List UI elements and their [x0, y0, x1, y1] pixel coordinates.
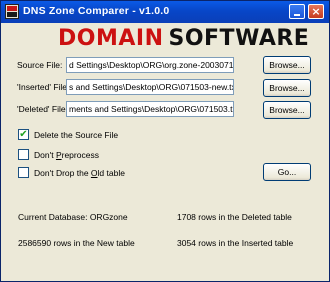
dont-preprocess-label[interactable]: Don't Preprocess — [34, 150, 99, 160]
dont-drop-old-table-label[interactable]: Don't Drop the Old table — [34, 168, 125, 178]
source-file-field[interactable]: d Settings\Desktop\ORG\org.zone-20030715 — [66, 57, 234, 73]
current-database-text: Current Database: ORGzone — [18, 212, 128, 222]
brand-logo-domain: DOMAIN — [58, 26, 164, 51]
window-title: DNS Zone Comparer - v1.0.0 — [23, 5, 170, 17]
minimize-icon — [294, 14, 300, 16]
dont-preprocess-label-start: Don't — [34, 150, 56, 160]
app-icon[interactable] — [5, 4, 19, 19]
delete-source-label[interactable]: Delete the Source File — [34, 130, 118, 140]
brand-logo-software: SOFTWARE — [168, 26, 310, 51]
dont-drop-old-table-label-accesskey: O — [90, 168, 98, 178]
dont-drop-old-table-label-end: ld table — [97, 168, 125, 178]
app-icon-bottom — [7, 12, 17, 17]
go-button[interactable]: Go... — [263, 163, 311, 181]
source-file-label: Source File: — [17, 60, 63, 70]
deleted-browse-button[interactable]: Browse... — [263, 101, 311, 119]
brand-logo: DOMAIN SOFTWARE — [58, 25, 309, 53]
app-icon-top — [7, 6, 17, 11]
dont-drop-old-table-checkbox[interactable] — [18, 167, 29, 178]
deleted-rows-text: 1708 rows in the Deleted table — [177, 212, 292, 222]
source-browse-button[interactable]: Browse... — [263, 56, 311, 74]
app-window: DNS Zone Comparer - v1.0.0 × DOMAIN SOFTW… — [0, 0, 330, 282]
deleted-file-field[interactable]: ments and Settings\Desktop\ORG\071503.tx… — [66, 101, 234, 117]
close-button[interactable]: × — [308, 4, 324, 19]
minimize-button[interactable] — [289, 4, 305, 19]
inserted-browse-button[interactable]: Browse... — [263, 79, 311, 97]
dont-preprocess-label-end: reprocess — [61, 150, 99, 160]
inserted-file-field[interactable]: s and Settings\Desktop\ORG\071503-new.tx… — [66, 79, 234, 95]
delete-source-label-text: Delete the Source File — [34, 130, 119, 140]
close-icon: × — [311, 5, 321, 18]
inserted-rows-text: 3054 rows in the Inserted table — [177, 238, 294, 248]
deleted-file-label: 'Deleted' File: — [17, 104, 68, 114]
dont-preprocess-checkbox[interactable] — [18, 149, 29, 160]
title-bar[interactable]: DNS Zone Comparer - v1.0.0 × — [1, 1, 329, 23]
dont-drop-old-table-label-start: Don't Drop the — [34, 168, 91, 178]
inserted-file-label: 'Inserted' File: — [17, 82, 70, 92]
delete-source-checkbox[interactable]: ✔ — [18, 129, 29, 140]
new-rows-text: 2586590 rows in the New table — [18, 238, 135, 248]
